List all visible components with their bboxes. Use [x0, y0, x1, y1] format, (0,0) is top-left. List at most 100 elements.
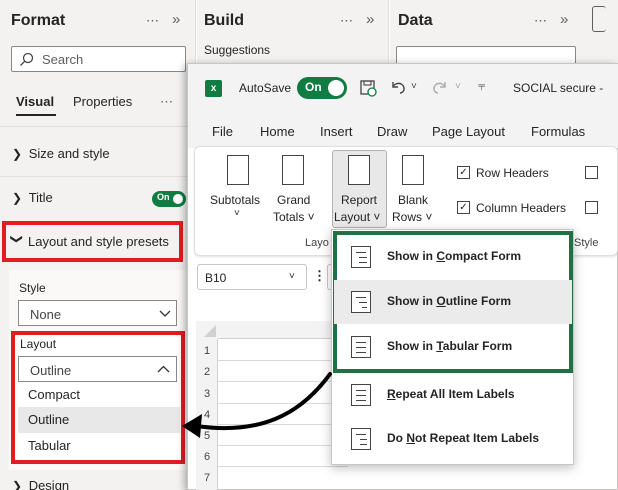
grand-totals-icon	[282, 155, 304, 185]
tab-page-layout[interactable]: Page Layout	[432, 124, 505, 139]
row-number: 6	[203, 451, 211, 463]
menu-item-compact-form[interactable]: Show in Compact Form	[334, 235, 572, 279]
grand-totals-label-2[interactable]: Totals ˅	[273, 210, 315, 224]
layout-option-outline[interactable]: Outline	[18, 407, 180, 433]
format-collapse-icon[interactable]: »	[172, 11, 181, 28]
menu-item-do-not-repeat-item-labels[interactable]: Do Not Repeat Item Labels	[334, 417, 572, 461]
autosave-toggle[interactable]: On	[297, 77, 347, 99]
menu-item-text: Do Not Repeat Item Labels	[387, 431, 540, 445]
section-size-and-style-label: Size and style	[28, 146, 110, 161]
format-more-icon[interactable]: ⋯	[146, 13, 160, 29]
build-pane-title: Build	[204, 12, 244, 29]
section-divider	[0, 176, 196, 177]
layout-label: Layout	[20, 337, 57, 351]
tab-draw[interactable]: Draw	[377, 124, 407, 139]
menu-item-label: Do Not Repeat Item Labels	[387, 431, 539, 445]
select-all-corner[interactable]	[196, 321, 218, 339]
row-headers-checkbox[interactable]: ✓	[457, 166, 470, 179]
subtotals-button[interactable]: Subtotals	[210, 193, 260, 207]
row-number: 1	[203, 345, 211, 357]
redo-icon[interactable]	[431, 79, 449, 95]
tab-insert[interactable]: Insert	[320, 124, 353, 139]
menu-item-outline-form[interactable]: Show in Outline Form	[334, 280, 572, 324]
tab-properties[interactable]: Properties	[73, 94, 132, 109]
tab-formulas[interactable]: Formulas	[531, 124, 585, 139]
layout-dropdown[interactable]: Outline	[18, 356, 177, 382]
section-title[interactable]: ❯ Title	[12, 190, 53, 205]
blank-rows-label-1[interactable]: Blank	[398, 193, 428, 207]
outline-form-icon	[351, 291, 371, 313]
tabs-more-icon[interactable]: ⋯	[160, 94, 174, 110]
style-dropdown[interactable]: None	[18, 300, 177, 326]
menu-item-text: Show in Outline Form	[387, 294, 512, 308]
menu-item-repeat-all-item-labels[interactable]: Repeat All Item Labels	[334, 373, 572, 417]
data-pane-tab-edge	[592, 6, 606, 32]
save-sync-icon[interactable]	[359, 79, 377, 97]
section-size-and-style[interactable]: ❯ Size and style	[12, 146, 110, 161]
data-more-icon[interactable]: ⋯	[534, 13, 548, 29]
menu-item-label: Show in Compact Form	[387, 249, 521, 263]
chevron-right-icon: ❯	[12, 191, 23, 205]
menu-item-tabular-form[interactable]: Show in Tabular Form	[334, 325, 572, 369]
row-number: 7	[203, 472, 211, 484]
layout-option-tabular[interactable]: Tabular	[18, 433, 180, 459]
search-icon	[20, 52, 34, 66]
build-suggestions-label: Suggestions	[204, 43, 271, 57]
group-layout-label: Layo	[305, 237, 329, 249]
formula-bar-separator-icon: ⋮	[313, 268, 326, 283]
subtotals-icon	[227, 155, 249, 185]
blank-rows-label-2[interactable]: Rows ˅	[392, 210, 432, 224]
repeat-labels-icon	[351, 384, 371, 406]
section-design-label: Design	[28, 478, 70, 490]
chevron-down-icon: ˅	[289, 271, 295, 282]
menu-item-label: Show in Outline Form	[387, 294, 511, 308]
undo-dropdown-icon[interactable]: ˅	[411, 81, 417, 92]
tab-home[interactable]: Home	[260, 124, 295, 139]
compact-form-icon	[351, 246, 371, 268]
report-layout-icon	[348, 155, 370, 185]
excel-logo-icon: x	[205, 80, 222, 97]
subtotals-dropdown-icon[interactable]: ˅	[234, 208, 240, 219]
column-headers-checkbox[interactable]: ✓	[457, 201, 470, 214]
customize-qat-icon[interactable]: ⫧	[478, 78, 485, 94]
grand-totals-label-1[interactable]: Grand	[277, 193, 310, 207]
column-headers-label: Column Headers	[476, 201, 567, 215]
report-layout-label-2: Layout ˅	[334, 210, 381, 224]
title-toggle[interactable]: On	[152, 191, 186, 207]
build-collapse-icon[interactable]: »	[366, 11, 375, 28]
report-layout-label-1: Report	[341, 193, 378, 207]
section-design-partial[interactable]: ❯ Design	[12, 478, 69, 490]
section-title-label: Title	[28, 190, 53, 205]
annotation-arrow	[182, 372, 332, 438]
format-search-input[interactable]: Search	[11, 46, 186, 72]
banded-columns-checkbox[interactable]	[585, 201, 598, 214]
toggle-knob	[328, 80, 344, 96]
tab-visual[interactable]: Visual	[16, 94, 54, 109]
undo-icon[interactable]	[389, 79, 407, 95]
column-header-strip	[218, 321, 348, 339]
chevron-down-icon: ❯	[10, 233, 25, 245]
chevron-up-icon	[157, 365, 170, 373]
toggle-knob	[173, 194, 183, 204]
corner-triangle-icon	[204, 325, 216, 337]
menu-item-text: Show in Tabular Form	[387, 339, 513, 353]
menu-item-text: Show in Compact Form	[387, 249, 522, 263]
blank-rows-icon	[402, 155, 424, 185]
layout-dropdown-value: Outline	[30, 363, 72, 378]
layout-option-compact[interactable]: Compact	[18, 382, 180, 408]
data-collapse-icon[interactable]: »	[560, 11, 569, 28]
build-more-icon[interactable]: ⋯	[340, 13, 354, 29]
name-box[interactable]: B10 ˅	[197, 264, 307, 290]
autosave-toggle-label: On	[305, 80, 322, 94]
title-toggle-label: On	[157, 192, 170, 202]
tab-visual-underline	[16, 114, 56, 116]
gridline	[218, 466, 348, 467]
tabs-divider	[0, 126, 196, 127]
group-style-label: Style	[574, 237, 599, 249]
redo-dropdown-icon[interactable]: ˅	[455, 81, 461, 92]
section-layout-and-style-presets[interactable]: ❯ Layout and style presets	[2, 221, 183, 262]
document-name: SOCIAL secure -	[513, 81, 604, 95]
format-pane-title: Format	[11, 12, 66, 29]
tab-file[interactable]: File	[212, 124, 233, 139]
banded-rows-checkbox[interactable]	[585, 166, 598, 179]
